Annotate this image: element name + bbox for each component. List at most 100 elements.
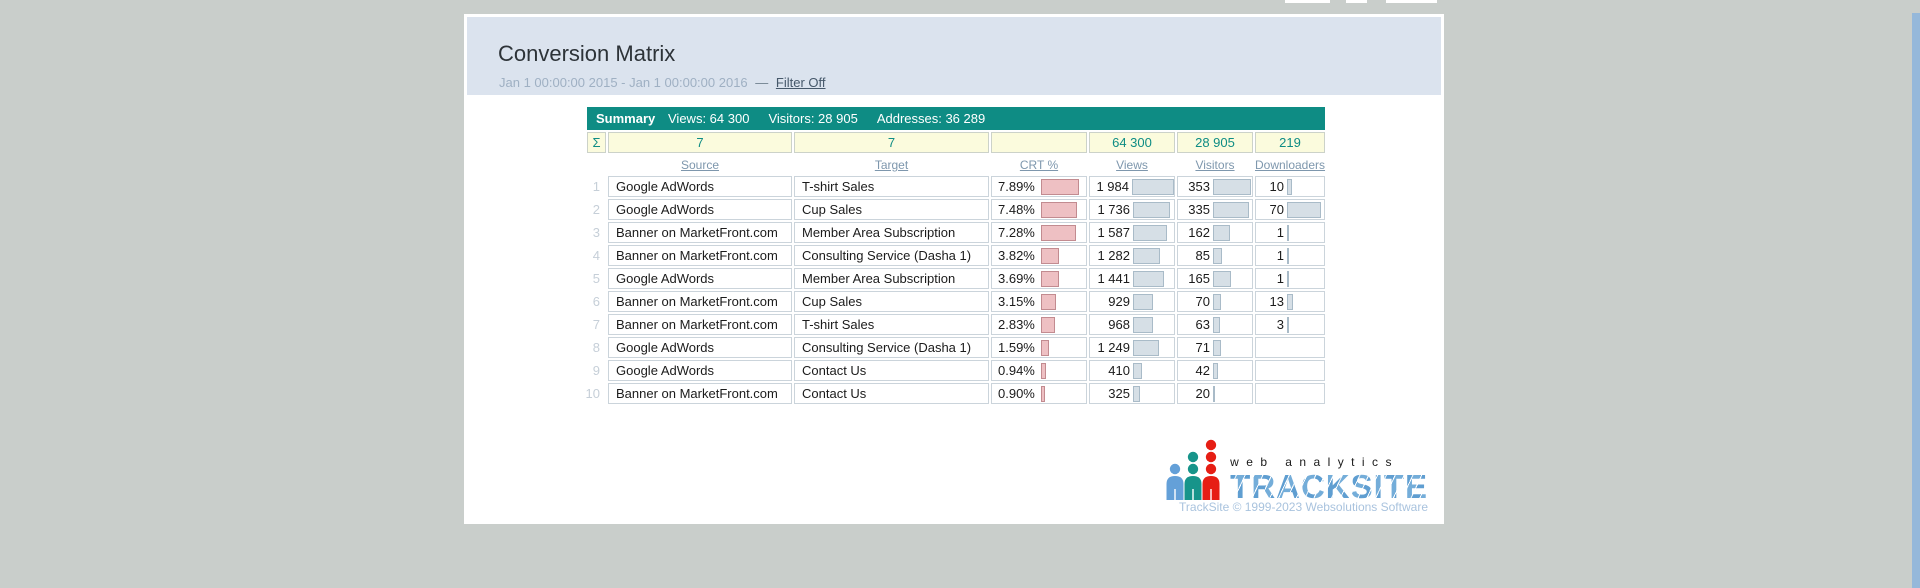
visitors-bar [1213,386,1215,402]
column-header-spacer [587,156,606,174]
crt-cell: 3.69% [991,268,1087,289]
views-bar [1133,202,1170,218]
row-number: 2 [587,199,606,220]
source-cell: Google AdWords [608,268,792,289]
crt-cell: 0.90% [991,383,1087,404]
crt-bar [1041,386,1045,402]
views-value: 1 282 [1096,248,1130,263]
crt-cell: 3.15% [991,291,1087,312]
scrollbar[interactable] [1912,13,1920,588]
table-row: 8 Google AdWords Consulting Service (Das… [587,337,1325,358]
column-header-views[interactable]: Views [1116,158,1148,172]
downloaders-cell: 3 [1255,314,1325,335]
downloaders-bar [1287,294,1293,310]
crt-cell: 0.94% [991,360,1087,381]
views-bar [1133,386,1140,402]
column-header-crt[interactable]: CRT % [1020,158,1058,172]
table-row: 6 Banner on MarketFront.com Cup Sales 3.… [587,291,1325,312]
crt-bar [1041,179,1079,195]
visitors-bar [1213,202,1249,218]
total-views: 64 300 [1089,132,1175,153]
downloaders-cell: 1 [1255,222,1325,243]
total-sources: 7 [608,132,792,153]
visitors-value: 71 [1184,340,1210,355]
table-body: 1 Google AdWords T-shirt Sales 7.89% 1 9… [587,176,1325,404]
date-range: Jan 1 00:00:00 2015 - Jan 1 00:00:00 201… [499,75,826,90]
crt-bar [1041,363,1046,379]
top-nav-link[interactable] [1346,0,1367,3]
views-bar [1133,340,1159,356]
downloaders-bar [1287,271,1289,287]
downloaders-value: 10 [1262,179,1284,194]
visitors-cell: 353 [1177,176,1253,197]
downloaders-value: 13 [1262,294,1284,309]
visitors-value: 85 [1184,248,1210,263]
target-cell: Contact Us [794,360,989,381]
tracksite-logo[interactable]: web analytics TRACKSITE [1166,438,1428,502]
views-bar [1133,248,1160,264]
target-cell: Consulting Service (Dasha 1) [794,337,989,358]
views-cell: 410 [1089,360,1175,381]
page-title: Conversion Matrix [498,41,675,67]
views-value: 1 441 [1096,271,1130,286]
views-value: 1 736 [1096,202,1130,217]
crt-value: 2.83% [998,317,1038,332]
crt-value: 3.69% [998,271,1038,286]
visitors-cell: 162 [1177,222,1253,243]
visitors-bar [1213,363,1218,379]
top-nav-link[interactable] [1386,0,1437,3]
visitors-bar [1213,225,1230,241]
column-header-target[interactable]: Target [875,158,908,172]
crt-bar [1041,248,1059,264]
views-value: 1 587 [1096,225,1130,240]
row-number: 9 [587,360,606,381]
downloaders-bar [1287,248,1289,264]
summary-label: Summary [596,111,668,126]
row-number: 6 [587,291,606,312]
source-cell: Banner on MarketFront.com [608,314,792,335]
target-cell: T-shirt Sales [794,314,989,335]
crt-cell: 7.89% [991,176,1087,197]
total-crt [991,132,1087,153]
column-header-downloaders[interactable]: Downloaders [1255,158,1325,172]
table-row: 7 Banner on MarketFront.com T-shirt Sale… [587,314,1325,335]
column-header-row: Source Target CRT % Views Visitors Downl… [587,156,1325,174]
target-cell: Member Area Subscription [794,222,989,243]
total-visitors: 28 905 [1177,132,1253,153]
visitors-bar [1213,179,1251,195]
separator: — [755,75,768,90]
visitors-cell: 71 [1177,337,1253,358]
column-header-source[interactable]: Source [681,158,719,172]
target-cell: T-shirt Sales [794,176,989,197]
summary-addresses: Addresses: 36 289 [877,111,985,126]
logo-tagline: web analytics [1230,455,1428,469]
top-nav-link[interactable] [1285,0,1330,3]
visitors-bar [1213,248,1222,264]
table-row: 9 Google AdWords Contact Us 0.94% 410 42 [587,360,1325,381]
table-row: 3 Banner on MarketFront.com Member Area … [587,222,1325,243]
downloaders-bar [1287,225,1289,241]
table-row: 2 Google AdWords Cup Sales 7.48% 1 736 3… [587,199,1325,220]
row-number: 5 [587,268,606,289]
views-cell: 1 587 [1089,222,1175,243]
downloaders-value: 70 [1262,202,1284,217]
downloaders-value: 1 [1262,248,1284,263]
visitors-cell: 70 [1177,291,1253,312]
target-cell: Cup Sales [794,291,989,312]
totals-row: Σ 7 7 64 300 28 905 219 [587,132,1325,153]
row-number: 10 [587,383,606,404]
views-value: 1 984 [1096,179,1129,194]
report-card: Conversion Matrix Jan 1 00:00:00 2015 - … [464,14,1444,524]
views-bar [1133,225,1167,241]
views-cell: 1 441 [1089,268,1175,289]
views-cell: 1 249 [1089,337,1175,358]
summary-views: Views: 64 300 [668,111,749,126]
source-cell: Google AdWords [608,337,792,358]
visitors-value: 63 [1184,317,1210,332]
column-header-visitors[interactable]: Visitors [1195,158,1234,172]
filter-off-link[interactable]: Filter Off [776,75,826,90]
row-number: 1 [587,176,606,197]
downloaders-cell: 1 [1255,268,1325,289]
visitors-cell: 85 [1177,245,1253,266]
crt-bar [1041,294,1056,310]
